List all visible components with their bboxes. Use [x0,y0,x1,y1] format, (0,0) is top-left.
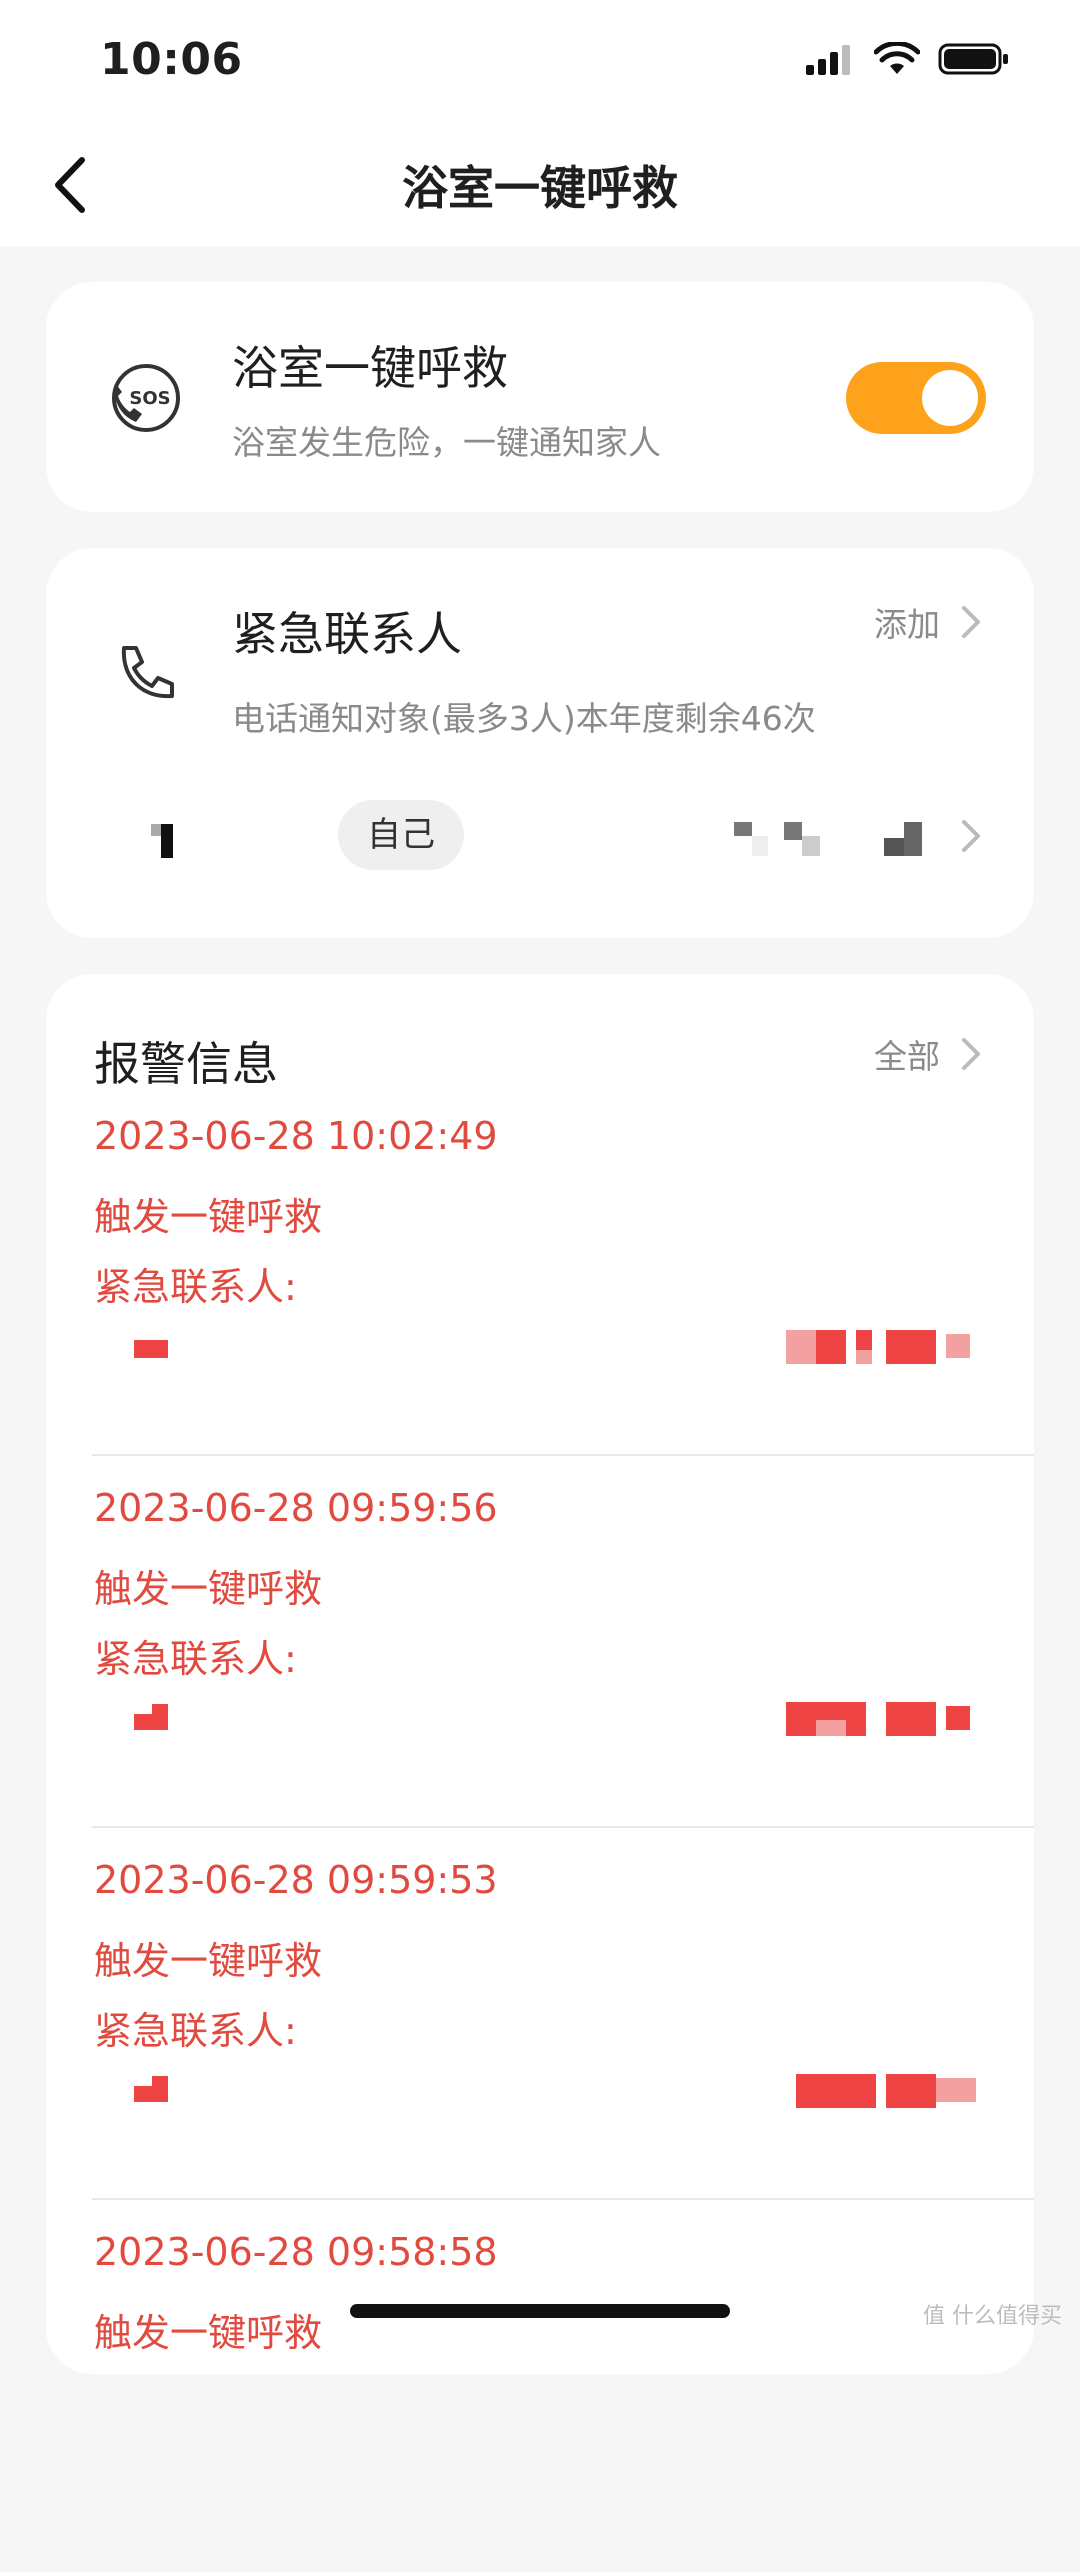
chevron-right-icon[interactable] [956,1034,986,1074]
self-contact-chip[interactable]: 自己 [338,800,464,870]
sos-title: 浴室一键呼救 [232,341,508,395]
record-event: 触发一键呼救 [94,1195,323,1239]
contacts-title: 紧急联系人 [232,607,462,661]
record-time: 2023-06-28 09:59:56 [94,1486,498,1530]
record-event: 触发一键呼救 [94,1939,323,1983]
svg-text:SOS: SOS [129,388,170,409]
redacted-contact-phone [734,822,922,856]
sos-card: SOS 浴室一键呼救 浴室发生危险，一键通知家人 [46,282,1034,512]
signal-icon [806,45,850,75]
wifi-icon [874,42,920,74]
redacted-contact-name [134,1704,168,1730]
status-bar: 10:06 [0,0,1080,120]
contacts-subtitle: 电话通知对象(最多3人)本年度剩余46次 [232,699,816,738]
home-indicator[interactable] [350,2304,730,2318]
nav-bar: 浴室一键呼救 [0,120,1080,246]
record-contact-label: 紧急联系人: [94,1265,297,1309]
chevron-right-icon[interactable] [956,816,986,856]
redacted-contact-phone [796,2074,976,2108]
record-time: 2023-06-28 10:02:49 [94,1114,498,1158]
record-event: 触发一键呼救 [94,2311,323,2355]
chevron-right-icon[interactable] [956,602,986,642]
page-title: 浴室一键呼救 [402,161,678,215]
phone-icon [110,640,180,714]
redacted-contact-name [151,824,173,858]
redacted-contact-phone [786,1330,970,1364]
redacted-contact-phone [786,1702,970,1736]
sos-subtitle: 浴室发生危险，一键通知家人 [232,423,661,462]
toggle-knob [922,370,978,426]
alarm-info-card: 报警信息 全部 2023-06-28 10:02:49 触发一键呼救 紧急联系人… [46,974,1034,2374]
redacted-contact-name [134,1340,168,1358]
record-time: 2023-06-28 09:59:53 [94,1858,498,1902]
alarm-record[interactable]: 2023-06-28 09:58:58 触发一键呼救 [46,2200,1034,2572]
add-contact-link[interactable]: 添加 [874,598,940,646]
status-icons [806,42,1010,76]
redacted-contact-name [134,2076,168,2102]
sos-icon: SOS [102,358,182,442]
record-event: 触发一键呼救 [94,1567,323,1611]
alarm-record[interactable]: 2023-06-28 09:59:56 触发一键呼救 紧急联系人: [46,1456,1034,1828]
battery-icon [938,43,1008,75]
record-contact-label: 紧急联系人: [94,2009,297,2053]
alarm-record[interactable]: 2023-06-28 09:59:53 触发一键呼救 紧急联系人: [46,1828,1034,2200]
record-contact-label: 紧急联系人: [94,1637,297,1681]
watermark: 值 什么值得买 [923,2304,1062,2329]
alarm-record[interactable]: 2023-06-28 10:02:49 触发一键呼救 紧急联系人: [46,1084,1034,1456]
emergency-contacts-card: 紧急联系人 添加 电话通知对象(最多3人)本年度剩余46次 自己 [46,548,1034,938]
view-all-link[interactable]: 全部 [874,1030,940,1078]
sos-toggle[interactable] [846,362,986,434]
record-time: 2023-06-28 09:58:58 [94,2230,498,2274]
status-time: 10:06 [100,34,243,85]
